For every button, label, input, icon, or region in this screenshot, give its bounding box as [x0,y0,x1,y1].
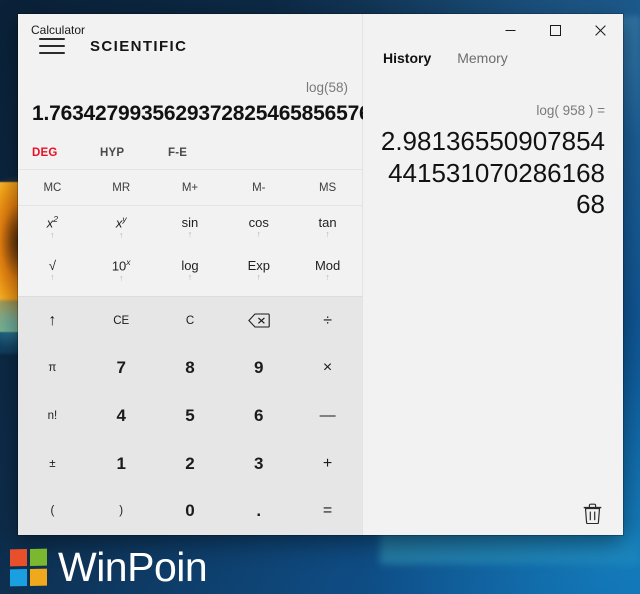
memory-button-mminus[interactable]: M- [224,182,293,194]
sci-button-shift-indicator-icon: ↑ [187,229,193,239]
backspace-key[interactable] [224,297,293,345]
sci-button-[interactable]: √ ↑ [18,249,87,292]
winpoin-watermark: WinPoin [10,544,208,590]
history-expression: log( 958 ) = [536,103,605,118]
clear-entry-key[interactable]: CE [87,297,156,345]
history-footer [363,491,623,535]
sci-button-label: sin [181,215,199,230]
memory-button-row: MC MR M+ M- MS [18,170,362,206]
digit-7-key[interactable]: 7 [87,345,156,393]
scientific-function-grid: x2 ↑ xy ↑ sin ↑ cos ↑ tan ↑ √ ↑ 10x ↑ log ↑ Exp ↑ Mod ↑ [18,206,362,296]
sci-button-label: tan [318,215,337,230]
add-key[interactable]: + [293,440,362,488]
sci-button-shift-indicator-icon: ↑ [50,229,55,240]
mode-toggle-f-e[interactable]: F-E [168,147,236,159]
maximize-button[interactable] [533,14,578,46]
backspace-icon [247,313,270,328]
mode-toggle-deg[interactable]: DEG [32,147,100,159]
sci-button-shift-indicator-icon: ↑ [118,272,124,283]
shift-key[interactable]: ↑ [18,297,87,345]
sci-button-label: log [181,258,199,273]
sci-button-mod[interactable]: Mod ↑ [293,249,362,292]
sci-button-log[interactable]: log ↑ [156,249,225,292]
digit-1-key[interactable]: 1 [87,440,156,488]
memory-button-mc[interactable]: MC [18,182,87,194]
pi-key[interactable]: π [18,345,87,393]
sci-button-x2[interactable]: x2 ↑ [18,206,87,249]
memory-button-mr[interactable]: MR [87,182,156,194]
digit-0-key[interactable]: 0 [156,487,225,535]
clear-key[interactable]: C [156,297,225,345]
sci-button-shift-indicator-icon: ↑ [256,229,262,239]
window-title: Calculator [31,23,86,37]
sci-button-shift-indicator-icon: ↑ [325,229,330,239]
history-result: 2.9813655090785444153107028616868 [380,126,605,220]
calculator-pane: SCIENTIFIC log(58) 1.7634279935629372825… [18,14,405,535]
winpoin-logo-text: WinPoin [58,544,208,590]
digit-6-key[interactable]: 6 [224,392,293,440]
subtract-key[interactable]: — [293,392,362,440]
minimize-button[interactable] [488,14,533,46]
tab-memory[interactable]: Memory [449,46,516,70]
sci-button-sin[interactable]: sin ↑ [156,206,225,249]
digit-8-key[interactable]: 8 [156,345,225,393]
window-controls [488,14,623,46]
sci-button-label: x2 [46,214,59,231]
sci-button-exp[interactable]: Exp ↑ [224,249,293,292]
sci-button-shift-indicator-icon: ↑ [187,272,193,282]
digit-3-key[interactable]: 3 [224,440,293,488]
equals-key[interactable]: = [293,487,362,535]
sci-button-label: 10x [111,257,131,274]
digit-9-key[interactable]: 9 [224,345,293,393]
history-list: log( 958 ) = 2.9813655090785444153107028… [363,78,623,491]
sci-button-shift-indicator-icon: ↑ [325,272,330,282]
sci-button-label: cos [248,215,269,230]
sci-button-cos[interactable]: cos ↑ [224,206,293,249]
winpoin-logo-icon [10,548,47,587]
calculator-window: Calculator SCIENTIFIC log(58) 1.76342799… [18,14,623,535]
display-expression: log(58) [305,80,348,95]
history-entry[interactable]: log( 958 ) = 2.9813655090785444153107028… [377,103,605,221]
close-paren-key[interactable]: ) [87,487,156,535]
mode-toggle-row: DEG HYP F-E [18,136,362,170]
factorial-key[interactable]: n! [18,392,87,440]
sci-button-10x[interactable]: 10x ↑ [87,249,156,292]
digit-2-key[interactable]: 2 [156,440,225,488]
sci-button-label: Exp [247,258,270,273]
display-result: 1.7634279935629372825465856576937 [32,102,405,125]
decimal-key[interactable]: . [224,487,293,535]
multiply-key[interactable]: × [293,345,362,393]
sci-button-shift-indicator-icon: ↑ [118,229,124,240]
open-paren-key[interactable]: ( [18,487,87,535]
trash-icon[interactable] [577,498,607,528]
calculator-display: log(58) 1.763427993562937282546585657693… [18,78,405,136]
memory-button-ms[interactable]: MS [293,182,362,194]
memory-button-mplus[interactable]: M+ [156,182,225,194]
sci-button-shift-indicator-icon: ↑ [256,272,262,282]
sci-button-shift-indicator-icon: ↑ [50,272,55,282]
history-pane: History Memory log( 958 ) = 2.98136550907… [363,14,623,535]
close-button[interactable] [578,14,623,46]
digit-5-key[interactable]: 5 [156,392,225,440]
sci-button-xy[interactable]: xy ↑ [87,206,156,249]
title-bar[interactable]: Calculator [18,14,623,46]
numeric-keypad: ↑ CE C ÷ π 7 8 9 × n! 4 5 6— ±1 2 3 + () 0. = [18,296,362,535]
tab-history[interactable]: History [375,46,439,70]
divide-key[interactable]: ÷ [293,297,362,345]
sci-button-label: √ [48,258,56,273]
sci-button-tan[interactable]: tan ↑ [293,206,362,249]
sci-button-label: xy [115,214,127,231]
plus-minus-key[interactable]: ± [18,440,87,488]
mode-toggle-hyp[interactable]: HYP [100,147,168,159]
sci-button-label: Mod [314,258,341,273]
digit-4-key[interactable]: 4 [87,392,156,440]
